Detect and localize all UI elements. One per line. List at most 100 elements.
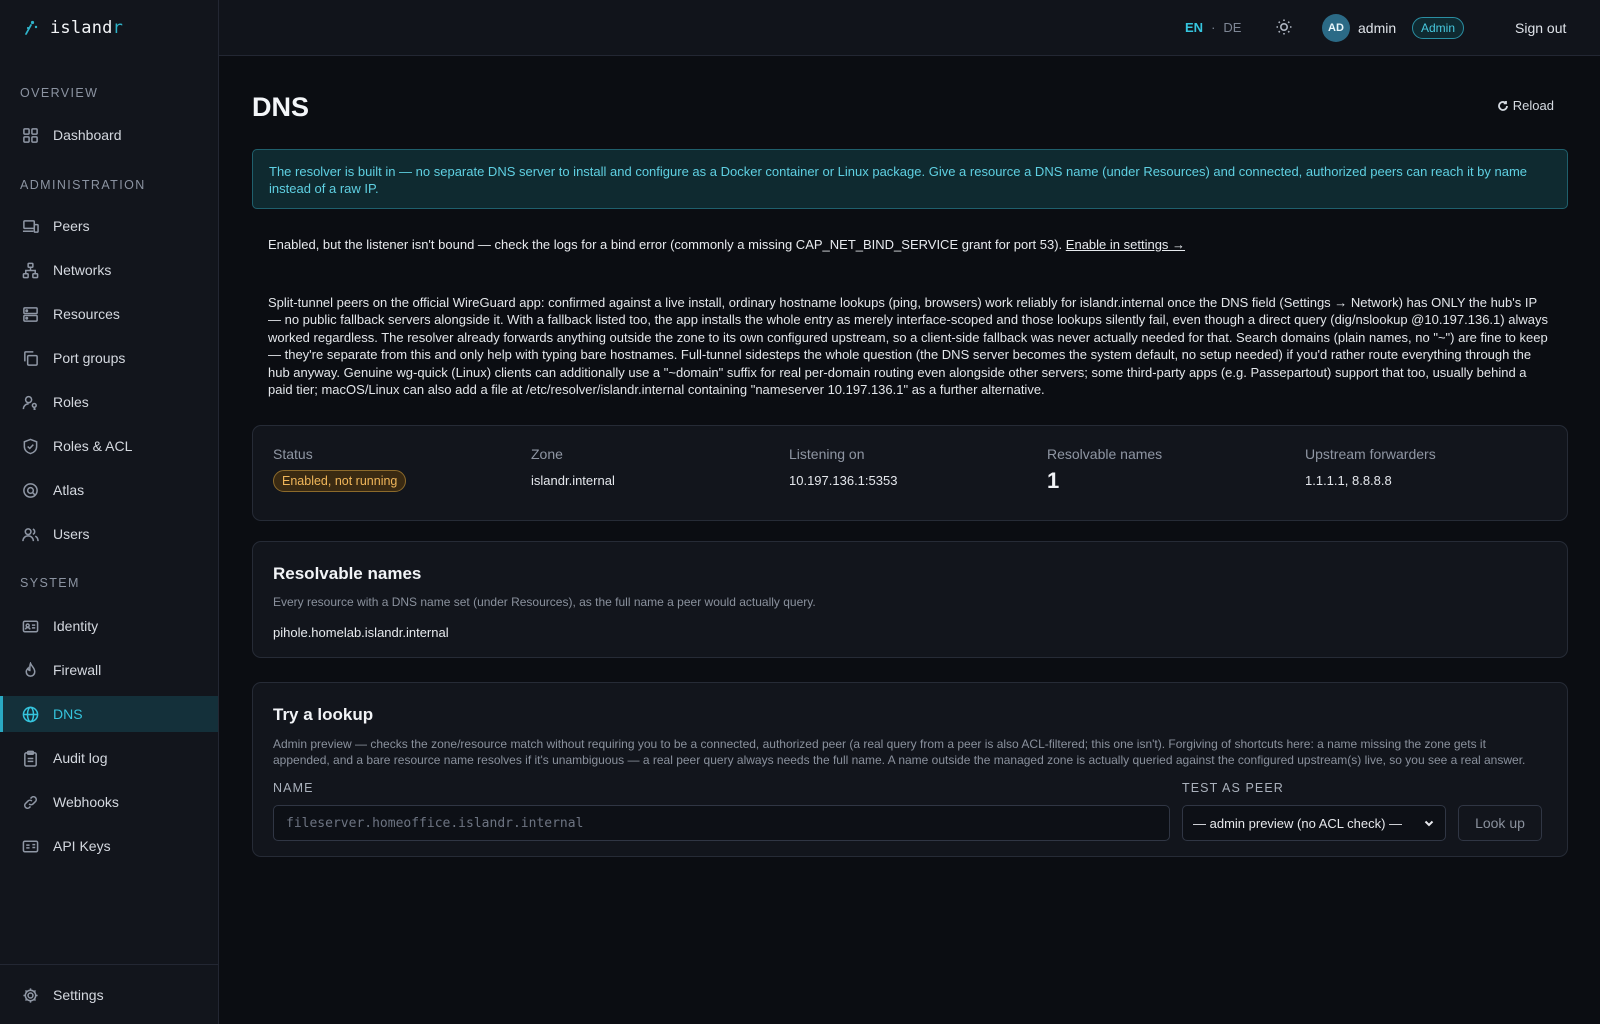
- stat-status: Status Enabled, not running: [273, 446, 407, 492]
- peer-select[interactable]: — admin preview (no ACL check) —: [1182, 805, 1446, 841]
- sidebar-item-label: Roles & ACL: [53, 438, 133, 454]
- sidebar-footer: Settings: [0, 964, 218, 1024]
- user-key-icon: [22, 395, 37, 410]
- lang-en[interactable]: EN: [1185, 20, 1203, 35]
- globe-lens-icon: [23, 482, 38, 498]
- sidebar-item-label: Audit log: [53, 750, 108, 766]
- list-item: pihole.homelab.islandr.internal: [273, 625, 449, 640]
- section-administration: ADMINISTRATION: [20, 178, 146, 192]
- stat-label: Upstream forwarders: [1305, 446, 1436, 462]
- look-up-button[interactable]: Look up: [1458, 805, 1542, 841]
- shield-icon: [23, 438, 38, 454]
- sidebar-item-api-keys[interactable]: API Keys: [0, 828, 218, 864]
- sidebar-item-identity[interactable]: Identity: [0, 608, 218, 644]
- stat-listening: Listening on 10.197.136.1:5353: [789, 446, 897, 488]
- users-icon: [22, 527, 39, 541]
- sidebar-item-webhooks[interactable]: Webhooks: [0, 784, 218, 820]
- sidebar-item-label: Webhooks: [53, 794, 119, 810]
- brand-name: islandr: [50, 18, 124, 38]
- stat-upstream: Upstream forwarders 1.1.1.1, 8.8.8.8: [1305, 446, 1436, 488]
- notice-text: Enabled, but the listener isn't bound — …: [268, 237, 1063, 252]
- gear-icon: [23, 987, 38, 1003]
- stat-value: 1: [1047, 468, 1060, 493]
- id-card-icon: [22, 620, 39, 632]
- stat-resolvable-names: Resolvable names 1: [1047, 446, 1162, 494]
- sidebar-item-networks[interactable]: Networks: [0, 252, 218, 288]
- stat-label: Zone: [531, 446, 563, 462]
- sidebar-item-label: Networks: [53, 262, 112, 278]
- lookup-card: Try a lookup Admin preview — checks the …: [252, 682, 1568, 857]
- card-title: Try a lookup: [273, 705, 374, 724]
- status-badge: Enabled, not running: [273, 470, 407, 492]
- server-icon: [23, 306, 38, 322]
- sidebar-item-label: Users: [53, 526, 90, 542]
- resolvable-names-card: Resolvable names Every resource with a D…: [252, 541, 1568, 658]
- sidebar-item-dashboard[interactable]: Dashboard: [0, 117, 218, 153]
- logo-icon: [25, 20, 38, 35]
- avatar[interactable]: AD: [1322, 14, 1350, 42]
- peer-select-value: — admin preview (no ACL check) —: [1193, 815, 1403, 831]
- sidebar-item-label: Resources: [53, 306, 120, 322]
- sidebar-item-label: Atlas: [53, 482, 85, 498]
- globe-icon: [22, 706, 39, 722]
- status-card: Status Enabled, not running Zone islandr…: [252, 425, 1568, 521]
- stat-label: Listening on: [789, 446, 865, 462]
- card-title: Resolvable names: [273, 564, 422, 583]
- sidebar-item-label: Identity: [53, 618, 99, 634]
- clipboard-icon: [24, 750, 37, 767]
- refresh-icon: [1497, 100, 1508, 111]
- card-subtitle: Every resource with a DNS name set (unde…: [273, 595, 816, 609]
- sidebar-item-firewall[interactable]: Firewall: [0, 652, 218, 688]
- stat-value: 1.1.1.1, 8.8.8.8: [1305, 473, 1392, 488]
- sidebar-item-audit-log[interactable]: Audit log: [0, 740, 218, 776]
- sidebar-item-label: Peers: [53, 218, 90, 234]
- sidebar-item-label: Port groups: [53, 350, 126, 366]
- status-notice: Enabled, but the listener isn't bound — …: [268, 237, 1185, 252]
- section-overview: OVERVIEW: [20, 86, 99, 100]
- split-tunnel-note: Split-tunnel peers on the official WireG…: [268, 295, 1548, 398]
- sidebar-item-users[interactable]: Users: [0, 516, 218, 552]
- sidebar-item-peers[interactable]: Peers: [0, 208, 218, 244]
- sidebar-item-label: DNS: [53, 706, 83, 722]
- card-subtitle: Admin preview — checks the zone/resource…: [273, 737, 1526, 767]
- sidebar-item-roles-acl[interactable]: Roles & ACL: [0, 428, 218, 464]
- peer-field-label: TEST AS PEER: [1182, 781, 1284, 795]
- stat-zone: Zone islandr.internal: [531, 446, 615, 488]
- sidebar-item-dns[interactable]: DNS: [0, 696, 218, 732]
- sidebar-item-label: Settings: [53, 987, 104, 1003]
- sun-icon: [1276, 19, 1292, 35]
- sidebar-item-port-groups[interactable]: Port groups: [0, 340, 218, 376]
- page-title: DNS: [252, 92, 310, 122]
- key-card-icon: [22, 840, 39, 852]
- network-icon: [22, 262, 39, 278]
- lang-separator: ·: [1211, 20, 1216, 35]
- username: admin: [1358, 20, 1397, 36]
- brand[interactable]: islandr: [0, 0, 218, 56]
- stat-label: Status: [273, 446, 313, 462]
- topbar: EN · DE AD admin Admin Sign out: [219, 0, 1600, 56]
- flame-icon: [25, 661, 36, 677]
- lang-de[interactable]: DE: [1223, 20, 1241, 35]
- sidebar-item-label: Firewall: [53, 662, 102, 678]
- sidebar-item-atlas[interactable]: Atlas: [0, 472, 218, 508]
- name-input[interactable]: [273, 805, 1170, 841]
- sidebar-item-roles[interactable]: Roles: [0, 384, 218, 420]
- sidebar-item-label: API Keys: [53, 838, 111, 854]
- sidebar: islandr OVERVIEW ADMINISTRATION SYSTEM D…: [0, 0, 219, 1024]
- enable-in-settings-link[interactable]: Enable in settings →: [1066, 237, 1185, 252]
- link-icon: [24, 795, 37, 809]
- reload-button[interactable]: Reload: [1483, 98, 1568, 113]
- name-field-label: NAME: [273, 781, 314, 795]
- info-banner: The resolver is built in — no separate D…: [252, 149, 1568, 209]
- sidebar-item-settings[interactable]: Settings: [0, 977, 218, 1013]
- sign-out-button[interactable]: Sign out: [1515, 20, 1566, 36]
- theme-toggle-button[interactable]: [1275, 18, 1295, 38]
- sidebar-item-resources[interactable]: Resources: [0, 296, 218, 332]
- sidebar-item-label: Roles: [53, 394, 89, 410]
- language-switcher: EN · DE: [1185, 20, 1241, 35]
- reload-label: Reload: [1512, 98, 1554, 113]
- stat-label: Resolvable names: [1047, 446, 1163, 462]
- laptop-icon: [22, 219, 39, 233]
- grid-icon: [23, 127, 38, 143]
- stat-value: 10.197.136.1:5353: [789, 473, 898, 488]
